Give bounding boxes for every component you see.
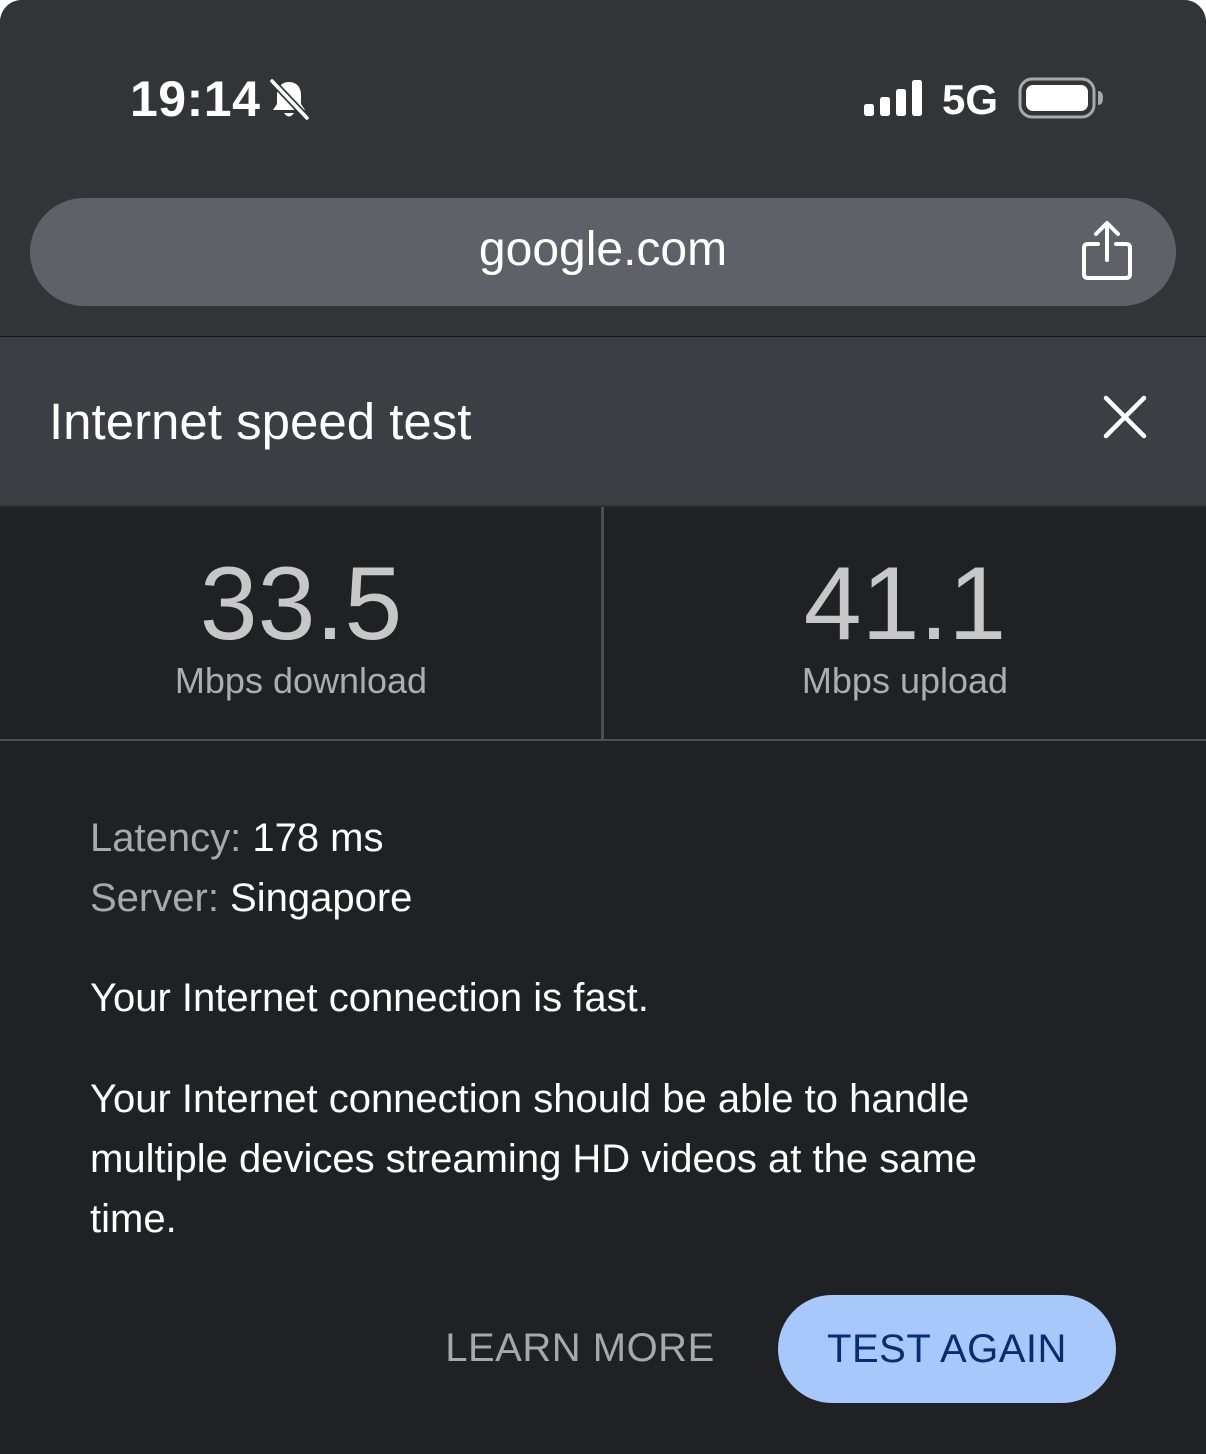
url-text: google.com bbox=[478, 223, 728, 276]
browser-chrome: 19:14 5G google.com bbox=[0, 0, 1206, 337]
share-icon[interactable] bbox=[1078, 220, 1136, 282]
url-bar[interactable]: google.com bbox=[30, 198, 1176, 306]
speed-metrics: 33.5 Mbps download 41.1 Mbps upload bbox=[0, 505, 1206, 741]
network-type: 5G bbox=[942, 76, 999, 123]
speed-test-title: Internet speed test bbox=[49, 393, 472, 450]
phone-screen: 19:14 5G google.com Internet speed test … bbox=[0, 0, 1206, 1454]
result-description: Your Internet connection should be able … bbox=[90, 1077, 978, 1241]
status-bar: 19:14 5G bbox=[0, 0, 1206, 180]
download-value: 33.5 bbox=[199, 546, 403, 662]
bell-off-icon bbox=[268, 77, 311, 122]
test-details: Latency: 178 ms Server: Singapore bbox=[90, 808, 1150, 928]
close-icon[interactable] bbox=[1096, 388, 1154, 446]
server-label: Server: bbox=[90, 876, 231, 920]
battery-icon bbox=[1018, 77, 1103, 119]
download-label: Mbps download bbox=[174, 660, 428, 701]
server-row: Server: Singapore bbox=[90, 868, 1150, 928]
result-summary: Your Internet connection is fast. bbox=[90, 976, 649, 1020]
latency-value: 178 ms bbox=[252, 816, 384, 860]
upload-value: 41.1 bbox=[803, 546, 1007, 662]
latency-label: Latency: bbox=[90, 816, 253, 860]
signal-bars-icon bbox=[864, 80, 922, 116]
learn-more-button[interactable]: LEARN MORE bbox=[424, 1318, 736, 1378]
test-again-button[interactable]: TEST AGAIN bbox=[778, 1295, 1116, 1403]
status-time: 19:14 bbox=[130, 71, 261, 127]
download-metric: 33.5 Mbps download bbox=[0, 507, 602, 739]
upload-label: Mbps upload bbox=[801, 660, 1009, 701]
server-value: Singapore bbox=[230, 876, 413, 920]
upload-metric: 41.1 Mbps upload bbox=[604, 507, 1206, 739]
latency-row: Latency: 178 ms bbox=[90, 808, 1150, 868]
